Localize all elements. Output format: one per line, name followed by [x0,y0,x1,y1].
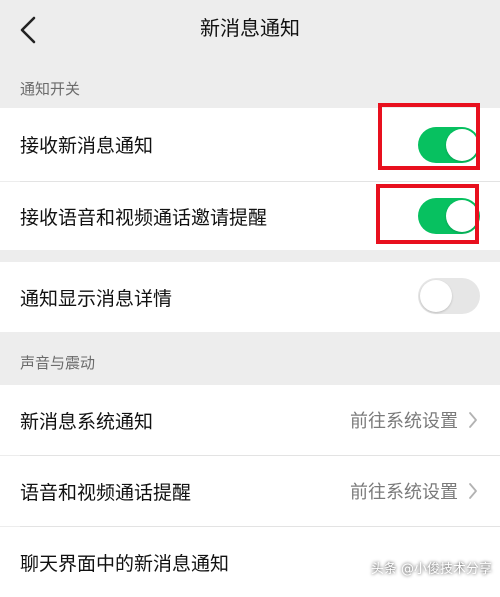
go-to-settings-link[interactable]: 前往系统设置 [350,456,478,526]
row-label: 聊天界面中的新消息通知 [20,552,230,575]
link-text: 前往系统设置 [350,411,458,432]
section-label-notify-switch: 通知开关 [20,80,81,98]
chevron-left-icon [20,16,36,44]
row-system-notification[interactable]: 新消息系统通知 前往系统设置 [0,385,500,455]
row-receive-new-messages: 接收新消息通知 [0,108,500,181]
row-label: 新消息系统通知 [20,410,154,433]
row-label: 通知显示消息详情 [20,287,173,310]
row-label: 语音和视频通话提醒 [20,481,192,504]
toggle-knob [446,129,478,161]
chevron-right-icon [469,483,477,499]
back-button[interactable] [10,10,50,50]
page-title: 新消息通知 [200,16,300,40]
row-show-message-details: 通知显示消息详情 [0,262,500,332]
row-label: 接收语音和视频通话邀请提醒 [20,206,268,229]
section-label-sound-vibration: 声音与震动 [20,354,96,372]
go-to-settings-link[interactable]: 前往系统设置 [350,385,478,455]
toggle-show-message-details[interactable] [418,278,480,314]
row-receive-call-invites: 接收语音和视频通话邀请提醒 [0,182,500,250]
toggle-receive-new-messages[interactable] [418,127,480,163]
toggle-knob [420,280,452,312]
toggle-knob [446,200,478,232]
link-text: 前往系统设置 [350,482,458,503]
watermark-text: 头条 @小俊技术分享 [370,562,492,577]
nav-bar: 新消息通知 [0,0,500,60]
toggle-receive-call-invites[interactable] [418,198,480,234]
row-call-reminder[interactable]: 语音和视频通话提醒 前往系统设置 [0,456,500,526]
chevron-right-icon [469,412,477,428]
row-label: 接收新消息通知 [20,135,154,157]
watermark: 头条 @小俊技术分享 [371,558,492,577]
